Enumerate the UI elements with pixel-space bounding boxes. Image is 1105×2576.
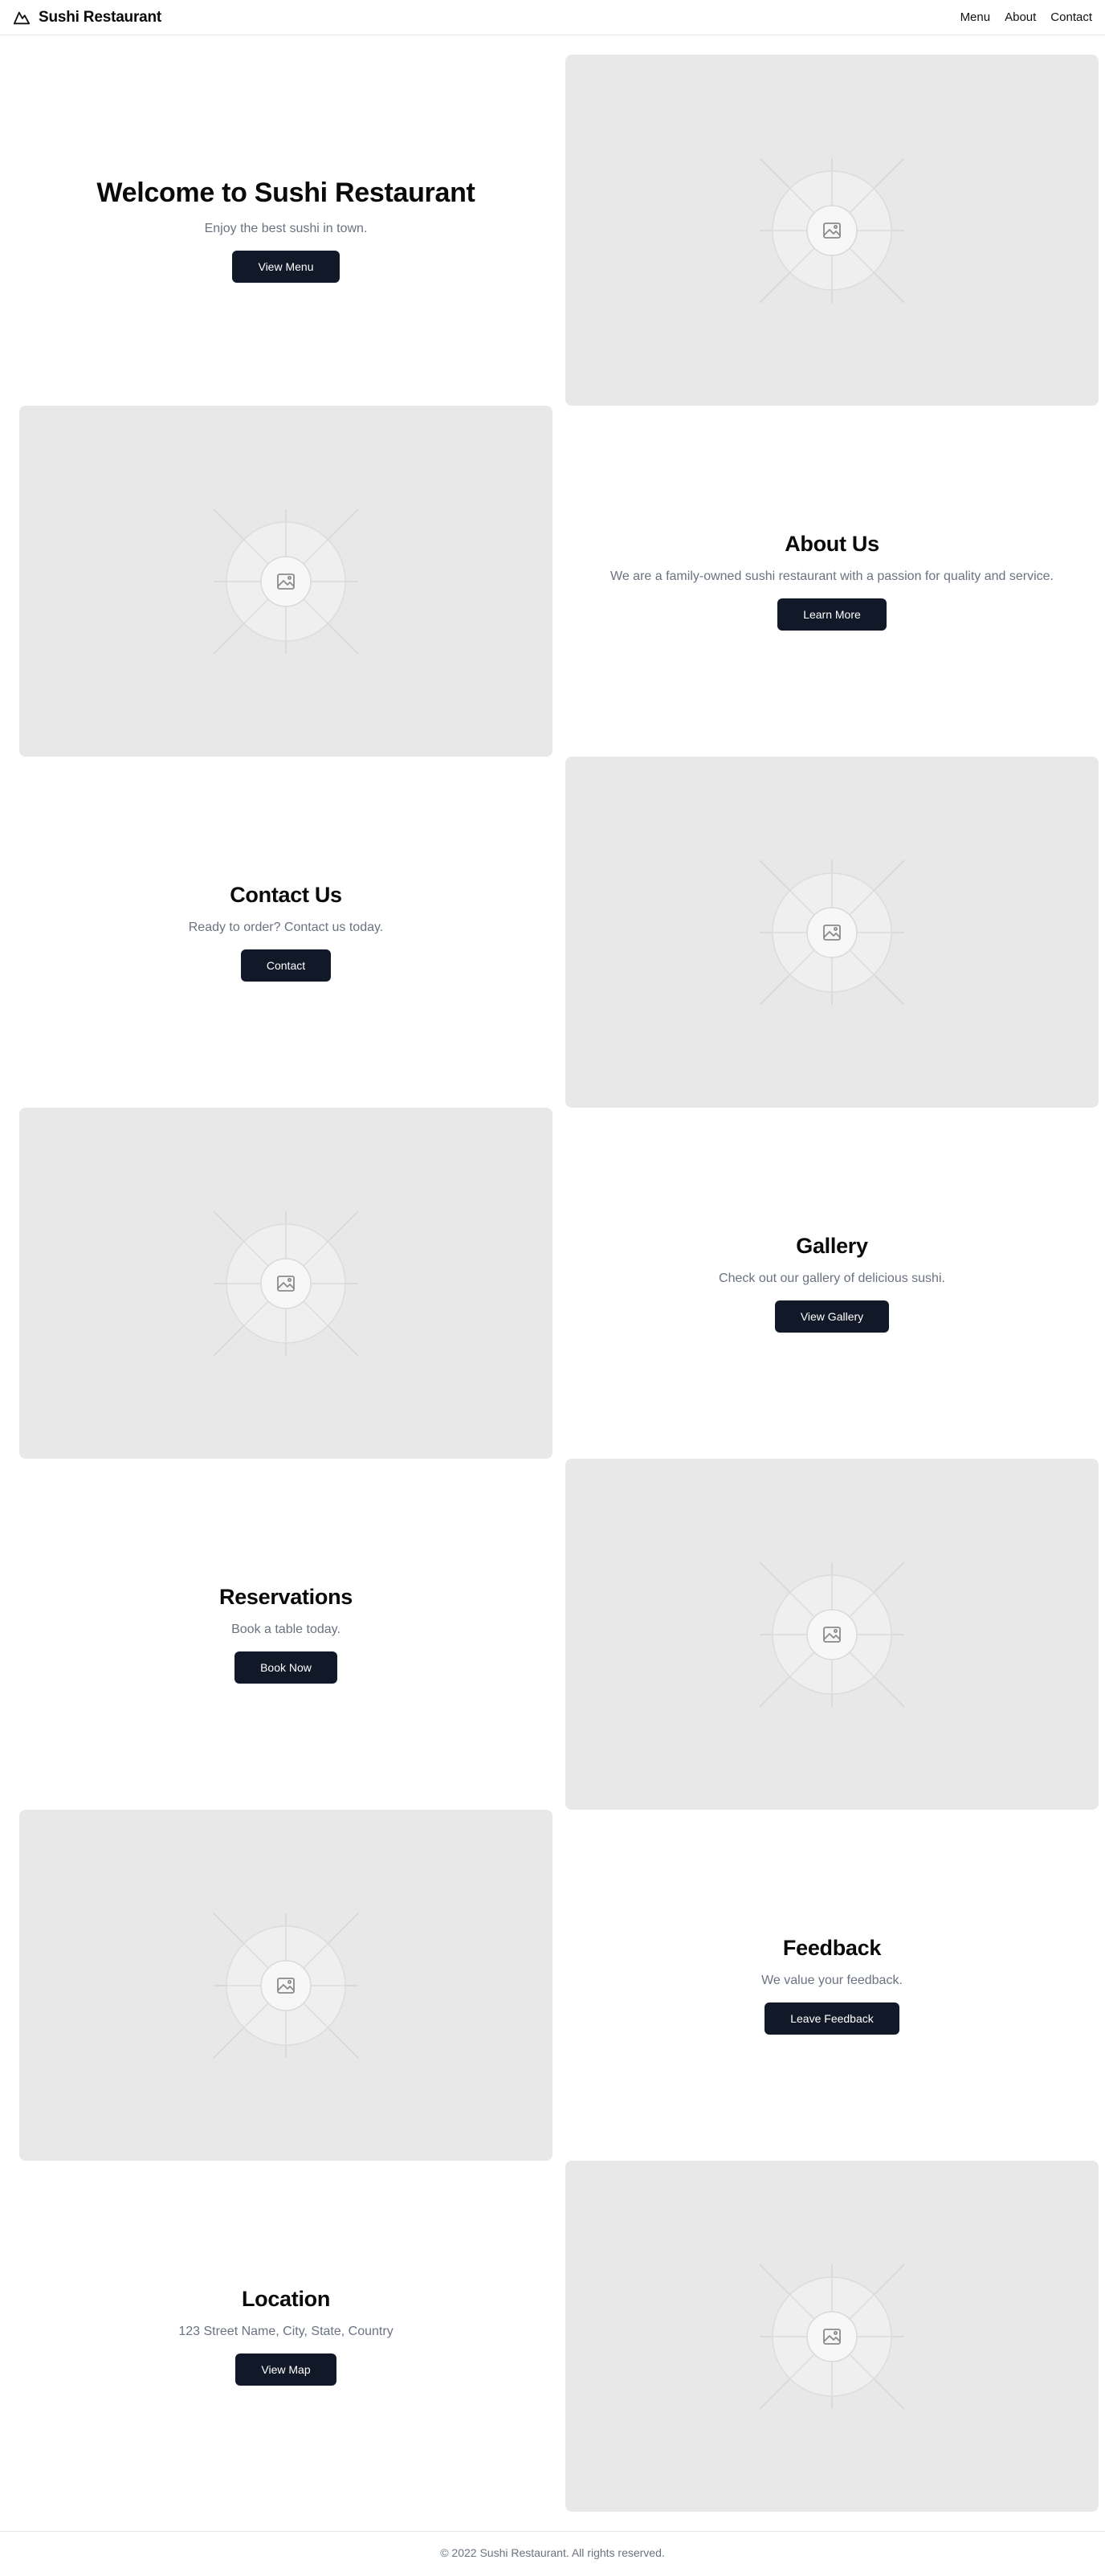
learn-more-button[interactable]: Learn More [777,598,887,631]
section-text: Welcome to Sushi Restaurant Enjoy the be… [19,55,552,406]
image-placeholder [19,1108,552,1459]
image-placeholder-icon [213,1210,359,1357]
book-now-button[interactable]: Book Now [234,1651,337,1684]
section-gallery: Gallery Check out our gallery of delicio… [19,1108,1086,1459]
view-gallery-button[interactable]: View Gallery [774,1300,890,1333]
site-footer: © 2022 Sushi Restaurant. All rights rese… [0,2531,1105,2573]
section-title: Gallery [796,1234,868,1258]
section-description: Check out our gallery of delicious sushi… [719,1272,945,1285]
leave-feedback-button[interactable]: Leave Feedback [765,2002,899,2035]
section-contact: Contact Us Ready to order? Contact us to… [19,757,1099,1108]
section-text: About Us We are a family-owned sushi res… [565,406,1099,757]
section-description: We value your feedback. [761,1974,903,1987]
section-text: Location 123 Street Name, City, State, C… [19,2161,552,2512]
image-placeholder-icon [759,2263,905,2410]
contact-button[interactable]: Contact [240,949,332,982]
view-map-button[interactable]: View Map [235,2354,336,2386]
section-title: About Us [785,532,879,556]
nav-link-contact[interactable]: Contact [1050,10,1092,24]
copyright-text: © 2022 Sushi Restaurant. All rights rese… [440,2545,665,2559]
section-title: Contact Us [230,883,342,907]
image-placeholder-icon [213,508,359,655]
section-text: Gallery Check out our gallery of delicio… [565,1108,1099,1459]
section-description: Ready to order? Contact us today. [188,921,384,934]
section-feedback: Feedback We value your feedback. Leave F… [19,1810,1086,2161]
image-placeholder [19,406,552,757]
image-placeholder [565,1459,1099,1810]
section-text: Reservations Book a table today. Book No… [19,1459,552,1810]
image-placeholder [19,1810,552,2161]
sections-grid: Welcome to Sushi Restaurant Enjoy the be… [0,35,1105,2512]
section-about: About Us We are a family-owned sushi res… [19,406,1086,757]
nav-link-about[interactable]: About [1005,10,1036,24]
section-title: Welcome to Sushi Restaurant [96,178,475,208]
image-placeholder-icon [759,1561,905,1708]
nav-link-menu[interactable]: Menu [960,10,991,24]
section-description: Book a table today. [231,1623,340,1636]
mountain-icon [13,9,31,27]
image-placeholder-icon [759,157,905,304]
brand-name: Sushi Restaurant [39,8,162,26]
section-text: Feedback We value your feedback. Leave F… [565,1810,1099,2161]
image-placeholder-icon [759,859,905,1006]
brand[interactable]: Sushi Restaurant [13,9,161,27]
section-welcome: Welcome to Sushi Restaurant Enjoy the be… [19,55,1099,406]
main-nav: Menu About Contact [960,10,1092,24]
image-placeholder-icon [213,1912,359,2059]
image-placeholder [565,757,1099,1108]
section-description: Enjoy the best sushi in town. [204,222,368,235]
site-header: Sushi Restaurant Menu About Contact [0,0,1105,35]
section-title: Feedback [782,1936,882,1960]
section-description: 123 Street Name, City, State, Country [178,2325,393,2338]
section-reservations: Reservations Book a table today. Book No… [19,1459,1099,1810]
view-menu-button[interactable]: View Menu [232,251,340,283]
section-description: We are a family-owned sushi restaurant w… [610,569,1054,583]
section-title: Reservations [219,1585,353,1609]
section-location: Location 123 Street Name, City, State, C… [19,2161,1099,2512]
section-text: Contact Us Ready to order? Contact us to… [19,757,552,1108]
image-placeholder [565,55,1099,406]
image-placeholder [565,2161,1099,2512]
section-title: Location [241,2287,331,2311]
